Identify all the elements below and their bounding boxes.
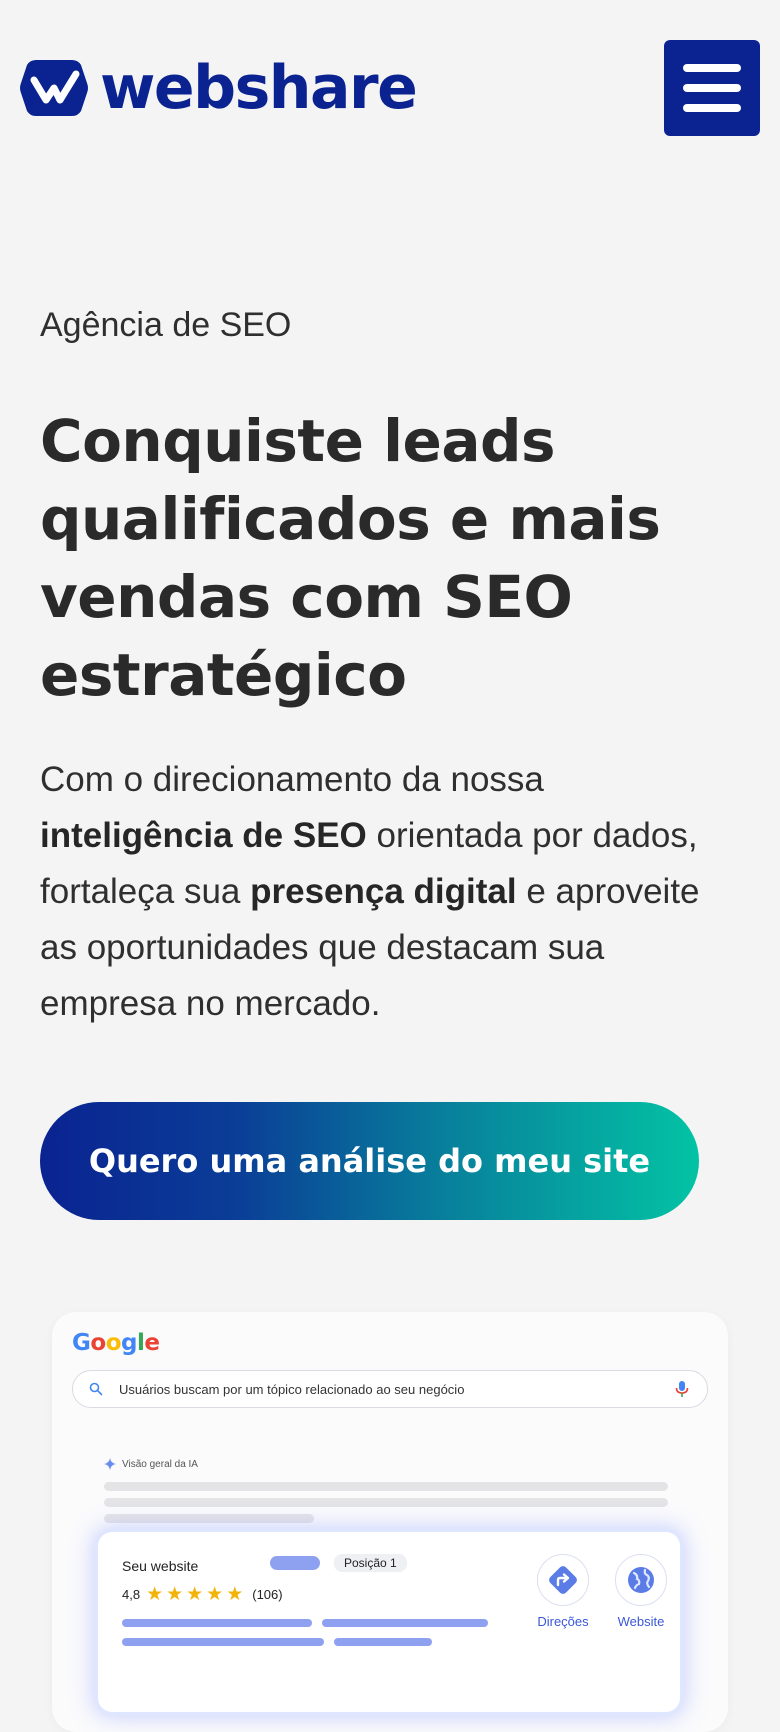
hamburger-menu-button[interactable] (664, 40, 760, 136)
position-badge: Posição 1 (334, 1554, 407, 1572)
star-rating-icon: ★★★★★ (146, 1584, 247, 1605)
result-tag-placeholder (270, 1556, 320, 1570)
microphone-icon (675, 1380, 689, 1398)
result-title: Seu website (122, 1558, 199, 1574)
google-letter: g (121, 1330, 137, 1356)
google-logo: Google (72, 1330, 160, 1356)
result-text-placeholder (122, 1638, 324, 1646)
globe-icon (615, 1554, 667, 1606)
menu-bar-icon (683, 64, 741, 72)
lead-bold: inteligência de SEO (40, 816, 367, 855)
menu-bar-icon (683, 104, 741, 112)
result-text-placeholder (334, 1638, 432, 1646)
rating-value: 4,8 (122, 1587, 141, 1602)
directions-label: Direções (537, 1614, 589, 1629)
placeholder-line (104, 1498, 668, 1507)
result-rating: 4,8 ★★★★★ (106) (122, 1585, 283, 1604)
hero-headline: Conquiste leads qualificados e mais vend… (40, 407, 661, 709)
website-label: Website (617, 1614, 665, 1629)
brand-name: webshare (100, 53, 418, 123)
search-result-card[interactable]: Seu website Posição 1 4,8 ★★★★★ (106) Di… (98, 1532, 680, 1712)
lead-bold: presença digital (250, 872, 517, 911)
menu-bar-icon (683, 84, 741, 92)
search-icon (89, 1382, 103, 1396)
result-text-placeholder (122, 1619, 312, 1627)
google-letter: e (144, 1330, 160, 1356)
ai-overview-label: Visão geral da IA (104, 1458, 198, 1470)
google-letter: G (72, 1330, 91, 1356)
review-count: (106) (252, 1587, 283, 1602)
result-text-placeholder (322, 1619, 488, 1627)
lead-text: Com o direcionamento da nossa (40, 760, 544, 799)
directions-action[interactable]: Direções (526, 1554, 600, 1629)
google-serp-illustration: Google Usuários buscam por um tópico rel… (52, 1312, 728, 1732)
google-letter: o (105, 1330, 122, 1356)
directions-icon (537, 1554, 589, 1606)
site-header: webshare (0, 0, 780, 190)
hero-lead: Com o direcionamento da nossa inteligênc… (40, 752, 740, 1032)
search-bar: Usuários buscam por um tópico relacionad… (72, 1370, 708, 1408)
google-letter: o (90, 1330, 106, 1356)
eyebrow-label: Agência de SEO (40, 306, 292, 344)
webshare-logo[interactable]: webshare (20, 53, 418, 123)
search-query: Usuários buscam por um tópico relacionad… (119, 1381, 465, 1397)
website-action[interactable]: Website (604, 1554, 678, 1629)
placeholder-line (104, 1514, 314, 1523)
webshare-logo-icon (20, 60, 88, 116)
sparkle-icon (104, 1458, 116, 1470)
ai-overview-text: Visão geral da IA (122, 1458, 198, 1470)
placeholder-line (104, 1482, 668, 1491)
cta-site-analysis-button[interactable]: Quero uma análise do meu site (40, 1102, 699, 1220)
